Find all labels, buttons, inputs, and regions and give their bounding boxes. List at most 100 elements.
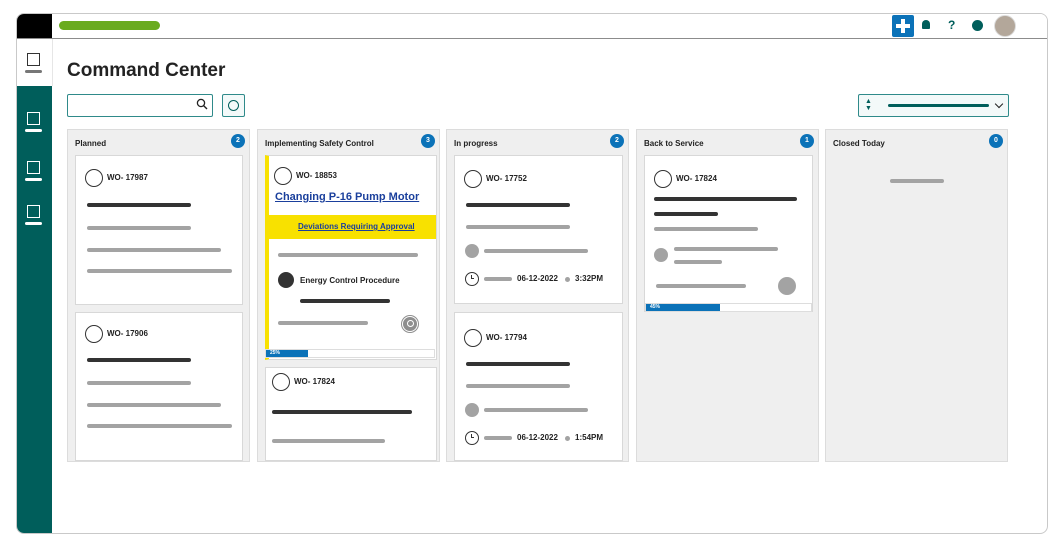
select-circle-icon[interactable] xyxy=(654,170,672,188)
sort-select[interactable]: ▲ ▼ xyxy=(858,94,1009,117)
work-order-id: WO- 17794 xyxy=(486,333,527,342)
bell-icon[interactable] xyxy=(922,20,930,29)
deviations-link[interactable]: Deviations Requiring Approval xyxy=(298,222,415,231)
work-order-card[interactable]: WO- 17824 45% xyxy=(644,155,813,312)
refresh-button[interactable] xyxy=(222,94,245,117)
select-circle-icon[interactable] xyxy=(464,329,482,347)
progress-label: 45% xyxy=(650,304,661,310)
column-title: In progress xyxy=(454,139,498,148)
text-placeholder xyxy=(674,260,722,264)
text-placeholder xyxy=(484,249,588,253)
sort-icon: ▲ ▼ xyxy=(865,98,872,112)
text-placeholder xyxy=(654,197,797,201)
work-order-card[interactable]: WO- 17794 06-12-2022 1:54PM xyxy=(454,312,623,461)
text-placeholder xyxy=(654,212,718,216)
text-placeholder xyxy=(87,248,221,252)
due-time: 3:32PM xyxy=(575,274,604,283)
nav-label-placeholder xyxy=(25,222,42,225)
work-order-id: WO- 17987 xyxy=(107,173,148,182)
procedure-label: Energy Control Procedure xyxy=(300,276,400,285)
status-dot-icon[interactable] xyxy=(972,20,983,31)
work-order-id: WO- 18853 xyxy=(296,171,337,180)
rail-home[interactable] xyxy=(17,39,53,86)
separator-dot xyxy=(565,436,570,441)
add-button[interactable] xyxy=(892,15,914,37)
count-badge: 2 xyxy=(231,134,245,148)
progress-label: 25% xyxy=(270,350,281,356)
work-order-card[interactable]: WO- 17752 06-12-2022 3:32PM xyxy=(454,155,623,304)
text-placeholder xyxy=(87,226,191,230)
column-title: Implementing Safety Control xyxy=(265,139,374,148)
column-back-to-service: Back to Service 1 WO- 17824 45% xyxy=(636,129,819,462)
app-window: ? Command Center ▲ ▼ Planned 2 WO- 17987… xyxy=(16,13,1048,534)
text-placeholder xyxy=(466,203,570,207)
column-title: Closed Today xyxy=(833,139,885,148)
brand-logo xyxy=(59,21,160,30)
text-placeholder xyxy=(87,269,232,273)
column-planned: Planned 2 WO- 17987 WO- 17906 xyxy=(67,129,250,462)
app-corner xyxy=(17,14,52,38)
text-placeholder xyxy=(272,410,412,414)
text-placeholder xyxy=(272,439,385,443)
count-badge: 3 xyxy=(421,134,435,148)
deviation-banner: Deviations Requiring Approval xyxy=(269,215,436,239)
home-label-placeholder xyxy=(25,70,42,73)
column-title: Back to Service xyxy=(644,139,704,148)
empty-state-placeholder xyxy=(890,179,944,183)
text-placeholder xyxy=(484,277,512,281)
due-date: 06-12-2022 xyxy=(517,274,558,283)
text-placeholder xyxy=(278,321,368,325)
sort-value-placeholder xyxy=(888,104,989,107)
nav-label-placeholder xyxy=(25,178,42,181)
text-placeholder xyxy=(87,403,221,407)
chevron-down-icon xyxy=(994,99,1004,109)
work-order-title-link[interactable]: Changing P-16 Pump Motor xyxy=(275,191,419,203)
text-placeholder xyxy=(484,436,512,440)
work-order-id: WO- 17752 xyxy=(486,174,527,183)
work-order-id: WO- 17824 xyxy=(294,377,335,386)
work-order-card[interactable]: WO- 17987 xyxy=(75,155,243,305)
text-placeholder xyxy=(466,225,570,229)
progress-fill: 25% xyxy=(266,350,308,357)
text-placeholder xyxy=(656,284,746,288)
clock-icon xyxy=(465,272,479,286)
select-circle-icon[interactable] xyxy=(272,373,290,391)
column-closed-today: Closed Today 0 xyxy=(825,129,1008,462)
nav-label-placeholder xyxy=(25,129,42,132)
select-circle-icon[interactable] xyxy=(464,170,482,188)
work-order-card[interactable]: WO- 17824 xyxy=(265,367,437,461)
nav-icon xyxy=(27,112,40,125)
search-input[interactable] xyxy=(67,94,213,117)
home-icon xyxy=(27,53,40,66)
separator-dot xyxy=(565,277,570,282)
page-title: Command Center xyxy=(67,60,226,81)
help-icon[interactable]: ? xyxy=(948,18,955,32)
assignee-avatar xyxy=(778,277,796,295)
search-icon[interactable] xyxy=(196,98,208,110)
work-order-id: WO- 17824 xyxy=(676,174,717,183)
text-placeholder xyxy=(87,424,232,428)
text-placeholder xyxy=(87,381,191,385)
progress-bar: 45% xyxy=(645,303,812,312)
select-circle-icon[interactable] xyxy=(274,167,292,185)
select-circle-icon[interactable] xyxy=(85,169,103,187)
select-circle-icon[interactable] xyxy=(85,325,103,343)
top-bar: ? xyxy=(17,14,1047,39)
sidebar xyxy=(17,86,52,533)
avatar[interactable] xyxy=(994,15,1016,37)
work-order-card[interactable]: WO- 18853 Changing P-16 Pump Motor Devia… xyxy=(265,155,437,360)
text-placeholder xyxy=(484,408,588,412)
user-icon[interactable] xyxy=(402,316,418,332)
count-badge: 1 xyxy=(800,134,814,148)
text-placeholder xyxy=(278,253,418,257)
progress-bar: 25% xyxy=(265,349,435,358)
work-order-card[interactable]: WO- 17906 xyxy=(75,312,243,461)
text-placeholder xyxy=(674,247,778,251)
due-time: 1:54PM xyxy=(575,433,604,442)
due-date: 06-12-2022 xyxy=(517,433,558,442)
procedure-status-icon xyxy=(278,272,294,288)
assignee-avatar xyxy=(654,248,668,262)
assignee-avatar xyxy=(465,403,479,417)
work-order-id: WO- 17906 xyxy=(107,329,148,338)
nav-icon xyxy=(27,161,40,174)
